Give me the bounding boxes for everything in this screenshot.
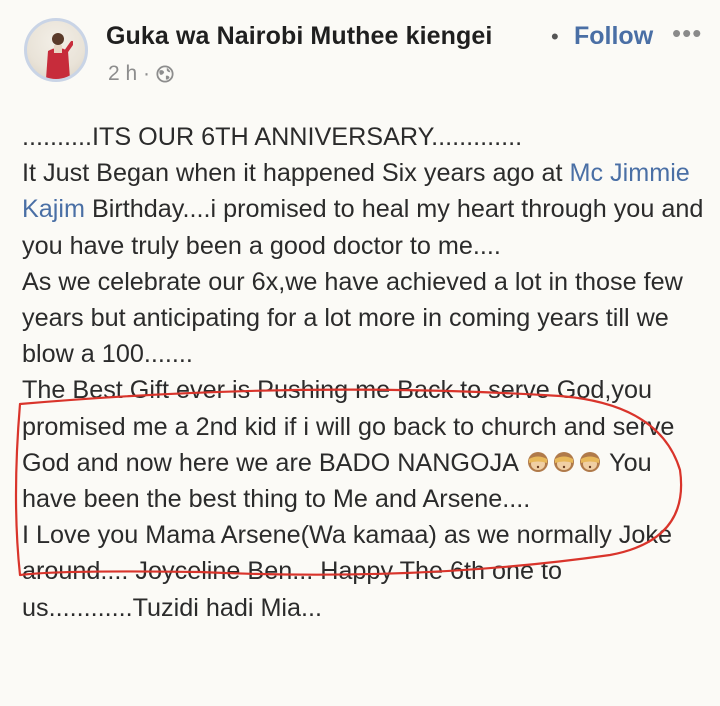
avatar[interactable]: [24, 18, 88, 82]
author-name[interactable]: Guka wa Nairobi Muthee kiengei: [106, 22, 492, 51]
separator-dot: •: [551, 24, 559, 49]
follow-button[interactable]: Follow: [574, 22, 653, 51]
post-text: It Just Began when it happened Six years…: [22, 159, 570, 188]
post-paragraph-celebrate: As we celebrate our 6x,we have achieved …: [22, 267, 683, 369]
see-no-evil-monkey-icon: [527, 451, 548, 472]
post-paragraph-intro: It Just Began when it happened Six years…: [22, 155, 712, 264]
see-no-evil-monkey-icon: [553, 451, 574, 472]
globe-icon[interactable]: [156, 65, 174, 83]
emoji-group: [525, 449, 603, 477]
profile-photo-icon: [46, 33, 73, 79]
post-header: Guka wa Nairobi Muthee kiengei • Follow …: [24, 18, 704, 98]
post-paragraph-gift: The Best Gift ever is Pushing me Back to…: [22, 372, 712, 517]
post-meta: 2 h ·: [108, 62, 174, 86]
post-text: Birthday....i promised to heal my heart …: [22, 195, 704, 260]
post-paragraph-closing: I Love you Mama Arsene(Wa kamaa) as we n…: [22, 521, 673, 622]
post-paragraph-title: ..........ITS OUR 6TH ANNIVERSARY.......…: [22, 123, 523, 151]
timestamp[interactable]: 2 h ·: [108, 62, 150, 86]
post-body: ..........ITS OUR 6TH ANNIVERSARY.......…: [22, 119, 712, 626]
see-no-evil-monkey-icon: [579, 451, 600, 472]
facebook-post: Guka wa Nairobi Muthee kiengei • Follow …: [0, 0, 720, 706]
more-options-icon[interactable]: •••: [672, 18, 702, 49]
